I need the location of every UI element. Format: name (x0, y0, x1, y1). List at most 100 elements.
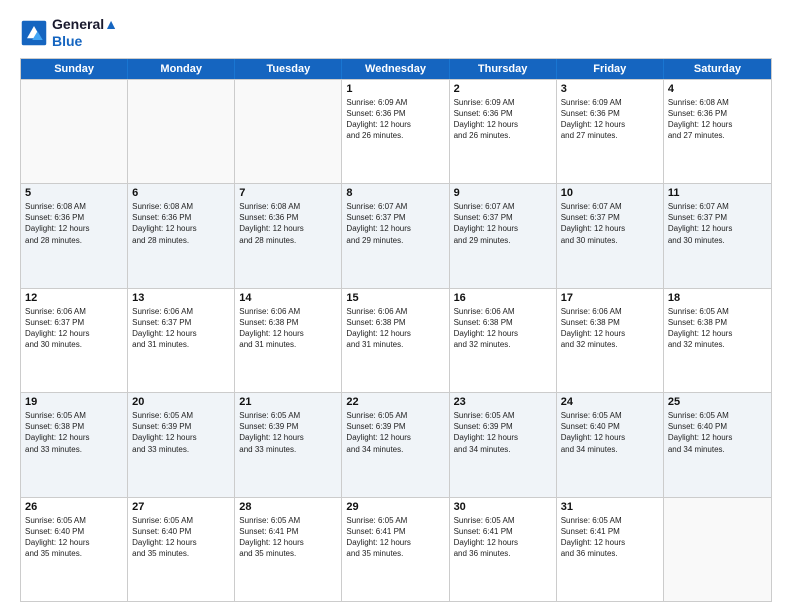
day-info: Sunrise: 6:08 AM Sunset: 6:36 PM Dayligh… (239, 201, 337, 246)
day-cell-18: 18 Sunrise: 6:05 AM Sunset: 6:38 PM Dayli… (664, 289, 771, 392)
day-number: 4 (668, 83, 767, 95)
day-cell-27: 27 Sunrise: 6:05 AM Sunset: 6:40 PM Dayli… (128, 498, 235, 601)
calendar-row-2: 12 Sunrise: 6:06 AM Sunset: 6:37 PM Dayli… (21, 288, 771, 392)
header: General▲ Blue (20, 16, 772, 50)
calendar-body: 1 Sunrise: 6:09 AM Sunset: 6:36 PM Daylig… (21, 79, 771, 601)
day-number: 18 (668, 292, 767, 304)
day-number: 20 (132, 396, 230, 408)
day-cell-28: 28 Sunrise: 6:05 AM Sunset: 6:41 PM Dayli… (235, 498, 342, 601)
day-number: 8 (346, 187, 444, 199)
calendar-row-0: 1 Sunrise: 6:09 AM Sunset: 6:36 PM Daylig… (21, 79, 771, 183)
day-info: Sunrise: 6:09 AM Sunset: 6:36 PM Dayligh… (561, 97, 659, 142)
day-cell-3: 3 Sunrise: 6:09 AM Sunset: 6:36 PM Daylig… (557, 80, 664, 183)
day-info: Sunrise: 6:08 AM Sunset: 6:36 PM Dayligh… (668, 97, 767, 142)
day-info: Sunrise: 6:05 AM Sunset: 6:40 PM Dayligh… (25, 515, 123, 560)
day-cell-1: 1Sunrise: 6:09 AM Sunset: 6:36 PM Daylig… (342, 80, 449, 183)
day-info: Sunrise: 6:05 AM Sunset: 6:41 PM Dayligh… (239, 515, 337, 560)
day-info: Sunrise: 6:06 AM Sunset: 6:38 PM Dayligh… (239, 306, 337, 351)
day-info: Sunrise: 6:05 AM Sunset: 6:39 PM Dayligh… (454, 410, 552, 455)
day-cell-26: 26 Sunrise: 6:05 AM Sunset: 6:40 PM Dayli… (21, 498, 128, 601)
day-number: 5 (25, 187, 123, 199)
calendar: SundayMondayTuesdayWednesdayThursdayFrid… (20, 58, 772, 602)
day-number: 19 (25, 396, 123, 408)
logo-text: General▲ Blue (52, 16, 118, 50)
calendar-row-3: 19 Sunrise: 6:05 AM Sunset: 6:38 PM Dayli… (21, 392, 771, 496)
day-cell-22: 22Sunrise: 6:05 AM Sunset: 6:39 PM Dayli… (342, 393, 449, 496)
calendar-row-1: 5 Sunrise: 6:08 AM Sunset: 6:36 PM Daylig… (21, 183, 771, 287)
header-day-saturday: Saturday (664, 59, 771, 79)
day-number: 11 (668, 187, 767, 199)
day-number: 24 (561, 396, 659, 408)
day-info: Sunrise: 6:06 AM Sunset: 6:38 PM Dayligh… (454, 306, 552, 351)
day-cell-31: 31 Sunrise: 6:05 AM Sunset: 6:41 PM Dayli… (557, 498, 664, 601)
calendar-header: SundayMondayTuesdayWednesdayThursdayFrid… (21, 59, 771, 79)
day-number: 15 (346, 292, 444, 304)
day-info: Sunrise: 6:05 AM Sunset: 6:41 PM Dayligh… (454, 515, 552, 560)
day-number: 1 (346, 83, 444, 95)
header-day-tuesday: Tuesday (235, 59, 342, 79)
day-cell-7: 7 Sunrise: 6:08 AM Sunset: 6:36 PM Daylig… (235, 184, 342, 287)
day-info: Sunrise: 6:05 AM Sunset: 6:39 PM Dayligh… (346, 410, 444, 455)
day-info: Sunrise: 6:05 AM Sunset: 6:41 PM Dayligh… (561, 515, 659, 560)
day-number: 27 (132, 501, 230, 513)
header-day-monday: Monday (128, 59, 235, 79)
day-cell-2: 2Sunrise: 6:09 AM Sunset: 6:36 PM Daylig… (450, 80, 557, 183)
day-cell-9: 9 Sunrise: 6:07 AM Sunset: 6:37 PM Daylig… (450, 184, 557, 287)
day-number: 30 (454, 501, 552, 513)
day-number: 3 (561, 83, 659, 95)
empty-cell (664, 498, 771, 601)
day-number: 28 (239, 501, 337, 513)
day-number: 29 (346, 501, 444, 513)
day-info: Sunrise: 6:05 AM Sunset: 6:40 PM Dayligh… (668, 410, 767, 455)
day-number: 26 (25, 501, 123, 513)
day-cell-13: 13 Sunrise: 6:06 AM Sunset: 6:37 PM Dayli… (128, 289, 235, 392)
empty-cell (21, 80, 128, 183)
day-number: 13 (132, 292, 230, 304)
day-info: Sunrise: 6:06 AM Sunset: 6:38 PM Dayligh… (561, 306, 659, 351)
day-cell-20: 20 Sunrise: 6:05 AM Sunset: 6:39 PM Dayli… (128, 393, 235, 496)
day-cell-30: 30 Sunrise: 6:05 AM Sunset: 6:41 PM Dayli… (450, 498, 557, 601)
day-number: 6 (132, 187, 230, 199)
header-day-sunday: Sunday (21, 59, 128, 79)
day-number: 25 (668, 396, 767, 408)
day-cell-14: 14Sunrise: 6:06 AM Sunset: 6:38 PM Dayli… (235, 289, 342, 392)
day-info: Sunrise: 6:07 AM Sunset: 6:37 PM Dayligh… (561, 201, 659, 246)
day-number: 9 (454, 187, 552, 199)
day-number: 7 (239, 187, 337, 199)
day-info: Sunrise: 6:05 AM Sunset: 6:38 PM Dayligh… (668, 306, 767, 351)
day-cell-10: 10 Sunrise: 6:07 AM Sunset: 6:37 PM Dayli… (557, 184, 664, 287)
day-info: Sunrise: 6:07 AM Sunset: 6:37 PM Dayligh… (454, 201, 552, 246)
calendar-row-4: 26 Sunrise: 6:05 AM Sunset: 6:40 PM Dayli… (21, 497, 771, 601)
header-day-friday: Friday (557, 59, 664, 79)
day-info: Sunrise: 6:06 AM Sunset: 6:37 PM Dayligh… (132, 306, 230, 351)
day-cell-15: 15 Sunrise: 6:06 AM Sunset: 6:38 PM Dayli… (342, 289, 449, 392)
day-info: Sunrise: 6:05 AM Sunset: 6:39 PM Dayligh… (132, 410, 230, 455)
day-cell-8: 8Sunrise: 6:07 AM Sunset: 6:37 PM Daylig… (342, 184, 449, 287)
day-info: Sunrise: 6:05 AM Sunset: 6:39 PM Dayligh… (239, 410, 337, 455)
logo-icon (20, 19, 48, 47)
day-cell-17: 17Sunrise: 6:06 AM Sunset: 6:38 PM Dayli… (557, 289, 664, 392)
day-number: 10 (561, 187, 659, 199)
day-info: Sunrise: 6:08 AM Sunset: 6:36 PM Dayligh… (132, 201, 230, 246)
empty-cell (128, 80, 235, 183)
day-cell-12: 12 Sunrise: 6:06 AM Sunset: 6:37 PM Dayli… (21, 289, 128, 392)
day-number: 12 (25, 292, 123, 304)
day-cell-21: 21Sunrise: 6:05 AM Sunset: 6:39 PM Dayli… (235, 393, 342, 496)
day-number: 31 (561, 501, 659, 513)
day-cell-6: 6 Sunrise: 6:08 AM Sunset: 6:36 PM Daylig… (128, 184, 235, 287)
day-info: Sunrise: 6:05 AM Sunset: 6:38 PM Dayligh… (25, 410, 123, 455)
day-info: Sunrise: 6:08 AM Sunset: 6:36 PM Dayligh… (25, 201, 123, 246)
day-cell-23: 23Sunrise: 6:05 AM Sunset: 6:39 PM Dayli… (450, 393, 557, 496)
day-number: 2 (454, 83, 552, 95)
day-cell-16: 16 Sunrise: 6:06 AM Sunset: 6:38 PM Dayli… (450, 289, 557, 392)
day-cell-25: 25 Sunrise: 6:05 AM Sunset: 6:40 PM Dayli… (664, 393, 771, 496)
empty-cell (235, 80, 342, 183)
day-cell-19: 19 Sunrise: 6:05 AM Sunset: 6:38 PM Dayli… (21, 393, 128, 496)
day-info: Sunrise: 6:06 AM Sunset: 6:38 PM Dayligh… (346, 306, 444, 351)
day-info: Sunrise: 6:07 AM Sunset: 6:37 PM Dayligh… (668, 201, 767, 246)
day-info: Sunrise: 6:05 AM Sunset: 6:40 PM Dayligh… (132, 515, 230, 560)
logo: General▲ Blue (20, 16, 118, 50)
day-number: 16 (454, 292, 552, 304)
day-cell-4: 4 Sunrise: 6:08 AM Sunset: 6:36 PM Daylig… (664, 80, 771, 183)
day-info: Sunrise: 6:06 AM Sunset: 6:37 PM Dayligh… (25, 306, 123, 351)
